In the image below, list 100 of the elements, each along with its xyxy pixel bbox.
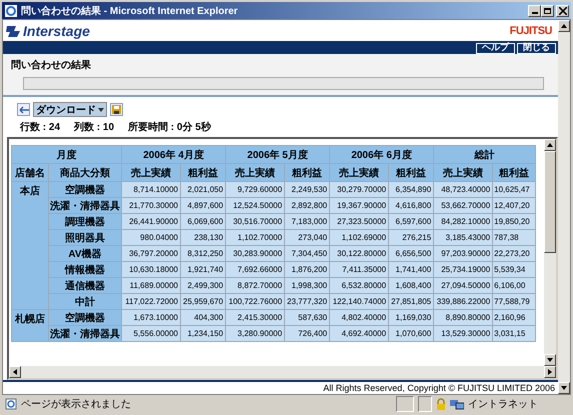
table-cell: 10,630.18000: [122, 262, 180, 277]
table-cell: 8,312,250: [181, 246, 226, 261]
table-cell: 1,876,200: [285, 262, 330, 277]
stat-text: 列数 : 10: [74, 120, 114, 134]
table-cell: 2,499,300: [181, 278, 226, 293]
window-title: 問い合わせの結果 - Microsoft Internet Explorer: [21, 4, 238, 18]
minimize-icon[interactable]: [528, 4, 541, 16]
down-arrow-icon[interactable]: [547, 358, 553, 362]
header-cell: 2006年 5月度: [226, 146, 330, 163]
table-cell: 7,692.66000: [226, 262, 284, 277]
header-cell: 2006年 6月度: [330, 146, 434, 163]
table-cell: 1,673.10000: [122, 310, 180, 325]
header-cell: 総計: [434, 146, 536, 163]
scrollbar[interactable]: [558, 20, 570, 394]
zone-text: イントラネット: [468, 398, 539, 411]
table-cell: 4,897,600: [181, 198, 226, 213]
table-cell: 117,022.72000: [122, 294, 180, 309]
table-cell: 23,777,320: [285, 294, 330, 309]
table-cell: 10,625,47: [493, 182, 536, 197]
table-cell: 3,185.43000: [434, 230, 492, 245]
table-cell: 276,215: [389, 230, 434, 245]
table-cell: 787,38: [493, 230, 536, 245]
table-cell: 5,539,34: [493, 262, 536, 277]
brand-logo: FUJITSU: [510, 24, 552, 36]
page-title: 問い合わせの結果: [11, 58, 92, 72]
table-cell: 4,802.40000: [330, 310, 388, 325]
table-cell: 2,021,050: [181, 182, 226, 197]
header-cell: 月度: [12, 146, 121, 163]
status-text: ページが表示されました: [21, 398, 132, 411]
table-cell: 30,516.70000: [226, 214, 284, 229]
category-cell: 情報機器: [49, 262, 121, 277]
header-cell: 商品大分類: [49, 164, 121, 181]
header-cell: 店舗名: [12, 164, 48, 181]
table-cell: 100,722.76000: [226, 294, 284, 309]
table-cell: 97,203.90000: [434, 246, 492, 261]
up-arrow-icon[interactable]: [547, 143, 553, 147]
back-button[interactable]: [17, 103, 30, 116]
header-cell: 売上実績: [122, 164, 180, 181]
table-cell: 6,354,890: [389, 182, 434, 197]
table-cell: 5,556.00000: [122, 326, 180, 341]
category-cell: AV機器: [49, 246, 121, 261]
table-cell: 30,283.90000: [226, 246, 284, 261]
logo-icon: [6, 24, 22, 38]
table-cell: 30,122.80000: [330, 246, 388, 261]
table-cell: 2,415.30000: [226, 310, 284, 325]
table-cell: 1,102.69000: [330, 230, 388, 245]
table-cell: 404,300: [181, 310, 226, 325]
category-cell: 中計: [49, 294, 121, 309]
table-cell: 1,234,150: [181, 326, 226, 341]
table-cell: 25,734.19000: [434, 262, 492, 277]
save-button[interactable]: [110, 103, 123, 116]
table-cell: 6,069,600: [181, 214, 226, 229]
table-cell: 19,850,20: [493, 214, 536, 229]
intranet-icon: [450, 398, 464, 410]
table-cell: 1,998,300: [285, 278, 330, 293]
right-arrow-icon[interactable]: [548, 369, 552, 375]
scrollbar[interactable]: [9, 366, 556, 378]
left-arrow-icon[interactable]: [13, 369, 17, 375]
browser-icon: [4, 4, 18, 18]
category-cell: 通信機器: [49, 278, 121, 293]
category-cell: 洗濯・清掃器具: [49, 198, 121, 213]
table-cell: 726,400: [285, 326, 330, 341]
up-arrow-icon[interactable]: [561, 24, 567, 28]
table-cell: 339,886.22000: [434, 294, 492, 309]
stat-text: 行数 : 24: [20, 120, 60, 134]
table-cell: 1,102.70000: [226, 230, 284, 245]
close-icon[interactable]: [556, 4, 569, 16]
table-cell: 6,597,600: [389, 214, 434, 229]
table-cell: 273,040: [285, 230, 330, 245]
category-cell: 空調機器: [49, 182, 121, 197]
table-cell: 8,890.80000: [434, 310, 492, 325]
table-cell: 53,662.70000: [434, 198, 492, 213]
stat-text: 所要時間 : 0分 5秒: [128, 120, 211, 134]
download-dropdown[interactable]: ダウンロード: [33, 102, 107, 117]
category-cell: 洗濯・清掃器具: [49, 326, 121, 341]
scrollbar[interactable]: [544, 139, 556, 366]
table-cell: 6,656,500: [389, 246, 434, 261]
header-cell: 粗利益: [285, 164, 330, 181]
page-icon: [5, 398, 17, 410]
store-cell: 札幌店: [12, 310, 48, 341]
table-cell: 27,851,805: [389, 294, 434, 309]
table-cell: 7,411.35000: [330, 262, 388, 277]
down-arrow-icon[interactable]: [561, 386, 567, 390]
logo-text: Interstage: [23, 22, 90, 38]
category-cell: 調理機器: [49, 214, 121, 229]
table-cell: 3,280.90000: [226, 326, 284, 341]
maximize-icon[interactable]: [541, 4, 554, 16]
table-cell: 980.04000: [122, 230, 180, 245]
table-cell: 36,797.20000: [122, 246, 180, 261]
table-cell: 4,616,800: [389, 198, 434, 213]
table-cell: 6,532.80000: [330, 278, 388, 293]
table-cell: 7,304,450: [285, 246, 330, 261]
category-cell: 空調機器: [49, 310, 121, 325]
header-cell: 粗利益: [389, 164, 434, 181]
table-cell: 3,031,15: [493, 326, 536, 341]
table-cell: 9,729.60000: [226, 182, 284, 197]
table-cell: 1,169,030: [389, 310, 434, 325]
table-cell: 2,892,800: [285, 198, 330, 213]
table-cell: 26,441.90000: [122, 214, 180, 229]
table-cell: 30,279.70000: [330, 182, 388, 197]
